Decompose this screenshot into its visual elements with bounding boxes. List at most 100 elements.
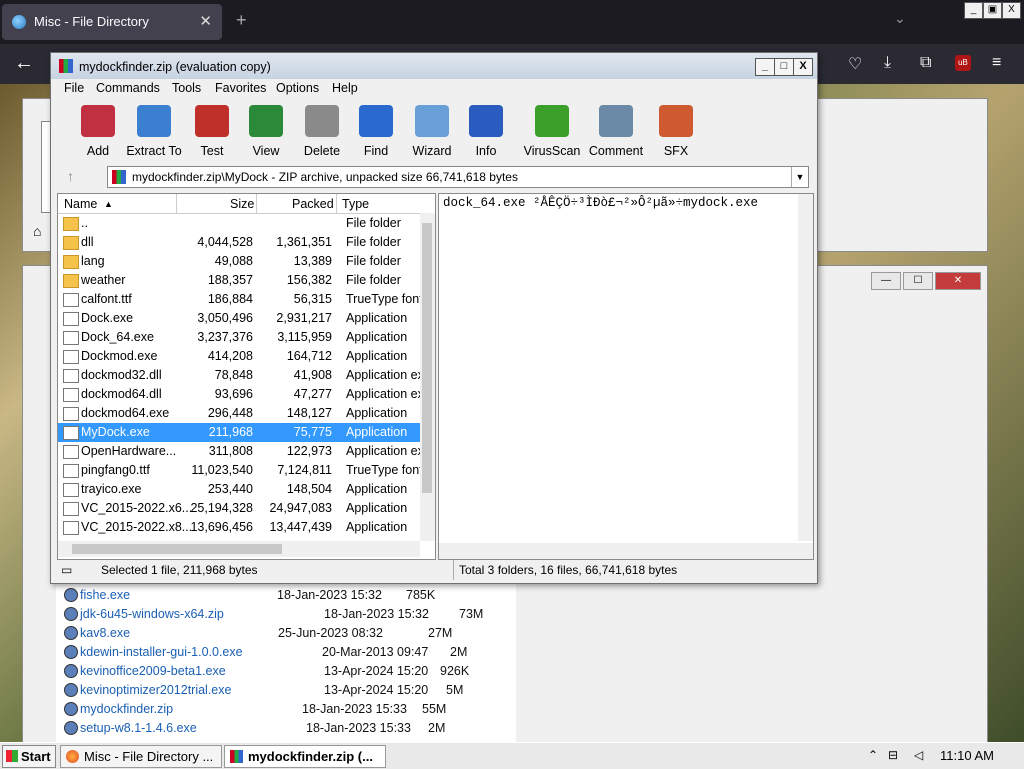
winrar-minimize-button[interactable]: _ <box>755 58 775 76</box>
file-list-hscrollbar[interactable] <box>58 541 420 557</box>
toolbar-sfx-button[interactable]: SFX <box>647 101 705 161</box>
menu-file[interactable]: File <box>64 81 84 95</box>
toolbar-info-button[interactable]: Info <box>457 101 515 161</box>
menu-favorites[interactable]: Favorites <box>215 81 266 95</box>
ublock-icon[interactable]: uB <box>955 55 971 71</box>
toolbar-view-button[interactable]: View <box>237 101 295 161</box>
listing-link[interactable]: kav8.exe <box>80 626 130 640</box>
file-row[interactable]: VC_2015-2022.x8... 13,696,456 13,447,439 Ap… <box>58 518 420 537</box>
listing-link[interactable]: kevinoptimizer2012trial.exe <box>80 683 231 697</box>
up-arrow-icon[interactable]: ↑ <box>67 168 74 184</box>
toolbar-extract-to-button[interactable]: Extract To <box>125 101 183 161</box>
path-field[interactable]: mydockfinder.zip\MyDock - ZIP archive, u… <box>107 166 809 188</box>
listing-link[interactable]: setup-w8.1-1.4.6.exe <box>80 721 197 735</box>
toolbar-test-button[interactable]: Test <box>183 101 241 161</box>
file-row[interactable]: trayico.exe 253,440 148,504 Application <box>58 480 420 499</box>
extensions-icon[interactable]: ⧉ <box>920 54 931 72</box>
view-icon <box>249 105 283 137</box>
file-name: dll <box>81 235 94 249</box>
folder-icon <box>63 255 79 269</box>
file-row[interactable]: Dockmod.exe 414,208 164,712 Application <box>58 347 420 366</box>
menu-commands[interactable]: Commands <box>96 81 160 95</box>
column-size[interactable]: Size <box>230 197 254 211</box>
file-row[interactable]: OpenHardware... 311,808 122,973 Application… <box>58 442 424 461</box>
file-packed: 13,447,439 <box>269 520 332 534</box>
browser-minimize-button[interactable]: _ <box>964 2 983 19</box>
wizard-icon <box>415 105 449 137</box>
file-row[interactable]: dockmod32.dll 78,848 41,908 Application ex <box>58 366 424 385</box>
file-row[interactable]: Dock.exe 3,050,496 2,931,217 Application <box>58 309 420 328</box>
winrar-maximize-button[interactable]: □ <box>774 58 794 76</box>
file-row[interactable]: MyDock.exe 211,968 75,775 Application <box>58 423 420 442</box>
file-row[interactable]: VC_2015-2022.x6... 25,194,328 24,947,083 Ap… <box>58 499 420 518</box>
menu-help[interactable]: Help <box>332 81 358 95</box>
task-winrar[interactable]: mydockfinder.zip (... <box>224 745 386 768</box>
list-tabs-icon[interactable]: ⌄ <box>894 10 906 27</box>
chevron-down-icon[interactable]: ▼ <box>791 167 808 187</box>
home-icon[interactable]: ⌂ <box>33 223 41 239</box>
start-button[interactable]: Start <box>2 745 56 768</box>
file-row[interactable]: pingfang0.ttf 11,023,540 7,124,811 TrueType… <box>58 461 423 480</box>
file-icon <box>64 664 78 678</box>
file-icon <box>63 369 79 383</box>
file-row[interactable]: .. File folder <box>58 214 420 233</box>
listing-link[interactable]: mydockfinder.zip <box>80 702 173 716</box>
listing-link[interactable]: kevinoffice2009-beta1.exe <box>80 664 226 678</box>
listing-link[interactable]: fishe.exe <box>80 588 130 602</box>
file-row[interactable]: lang 49,088 13,389 File folder <box>58 252 420 271</box>
volume-icon[interactable]: ◁ <box>914 748 923 762</box>
file-icon <box>63 407 79 421</box>
column-type[interactable]: Type <box>342 197 369 211</box>
list-item: setup-w8.1-1.4.6.exe 18-Jan-2023 15:33 2M <box>62 719 512 738</box>
winrar-close-button[interactable]: X <box>793 58 813 76</box>
toolbar-virusscan-button[interactable]: VirusScan <box>523 101 581 161</box>
listing-link[interactable]: jdk-6u45-windows-x64.zip <box>80 607 224 621</box>
file-size: 25,194,328 <box>190 501 253 515</box>
task-browser[interactable]: Misc - File Directory ... <box>60 745 222 768</box>
toolbar-label: Comment <box>588 144 644 158</box>
toolbar-add-button[interactable]: Add <box>69 101 127 161</box>
taskbar: Start Misc - File Directory ... mydockfi… <box>0 742 1024 769</box>
back-arrow-icon[interactable]: ← <box>14 52 34 75</box>
explorer-close-button[interactable]: ✕ <box>935 272 981 290</box>
winrar-title-bar[interactable]: mydockfinder.zip (evaluation copy) _ □ X <box>51 53 817 79</box>
download-icon[interactable]: ⤓ <box>884 54 891 72</box>
listing-link[interactable]: kdewin-installer-gui-1.0.0.exe <box>80 645 243 659</box>
comment-hscrollbar[interactable] <box>439 543 813 559</box>
column-name[interactable]: Name <box>64 197 97 211</box>
extract-to-icon <box>137 105 171 137</box>
network-icon[interactable]: ⊟ <box>888 748 898 762</box>
toolbar-wizard-button[interactable]: Wizard <box>403 101 461 161</box>
toolbar-find-button[interactable]: Find <box>347 101 405 161</box>
menu-tools[interactable]: Tools <box>172 81 201 95</box>
status-selected: Selected 1 file, 211,968 bytes <box>101 563 258 577</box>
file-list-vscrollbar[interactable] <box>420 213 435 541</box>
tray-expand-icon[interactable]: ⌃ <box>868 748 878 762</box>
close-tab-icon[interactable]: ✕ <box>199 12 212 30</box>
file-row[interactable]: Dock_64.exe 3,237,376 3,115,959 Application <box>58 328 420 347</box>
file-row[interactable]: dll 4,044,528 1,361,351 File folder <box>58 233 420 252</box>
pocket-icon[interactable]: ♡ <box>848 54 862 74</box>
toolbar-comment-button[interactable]: Comment <box>587 101 645 161</box>
file-row[interactable]: weather 188,357 156,382 File folder <box>58 271 420 290</box>
menu-options[interactable]: Options <box>276 81 319 95</box>
file-row[interactable]: dockmod64.dll 93,696 47,277 Application ex <box>58 385 424 404</box>
column-packed[interactable]: Packed <box>292 197 334 211</box>
file-row[interactable]: calfont.ttf 186,884 56,315 TrueType font <box>58 290 423 309</box>
browser-close-button[interactable]: X <box>1002 2 1021 19</box>
browser-maximize-button[interactable]: ▣ <box>983 2 1002 19</box>
file-size: 49,088 <box>214 254 253 268</box>
menu-icon[interactable]: ≡ <box>992 54 1001 72</box>
status-total: Total 3 folders, 16 files, 66,741,618 by… <box>459 563 678 577</box>
new-tab-button[interactable]: + <box>236 10 247 31</box>
list-item: kdewin-installer-gui-1.0.0.exe 20-Mar-201… <box>62 643 512 662</box>
toolbar-delete-button[interactable]: Delete <box>293 101 351 161</box>
file-row[interactable]: dockmod64.exe 296,448 148,127 Application <box>58 404 420 423</box>
comment-vscrollbar[interactable] <box>798 194 813 541</box>
toolbar-label: Find <box>363 144 389 158</box>
explorer-maximize-button[interactable]: ☐ <box>903 272 933 290</box>
browser-tab[interactable]: Misc - File Directory ✕ <box>2 4 222 40</box>
file-icon <box>63 445 79 459</box>
clock[interactable]: 11:10 AM <box>940 748 994 763</box>
explorer-minimize-button[interactable]: — <box>871 272 901 290</box>
